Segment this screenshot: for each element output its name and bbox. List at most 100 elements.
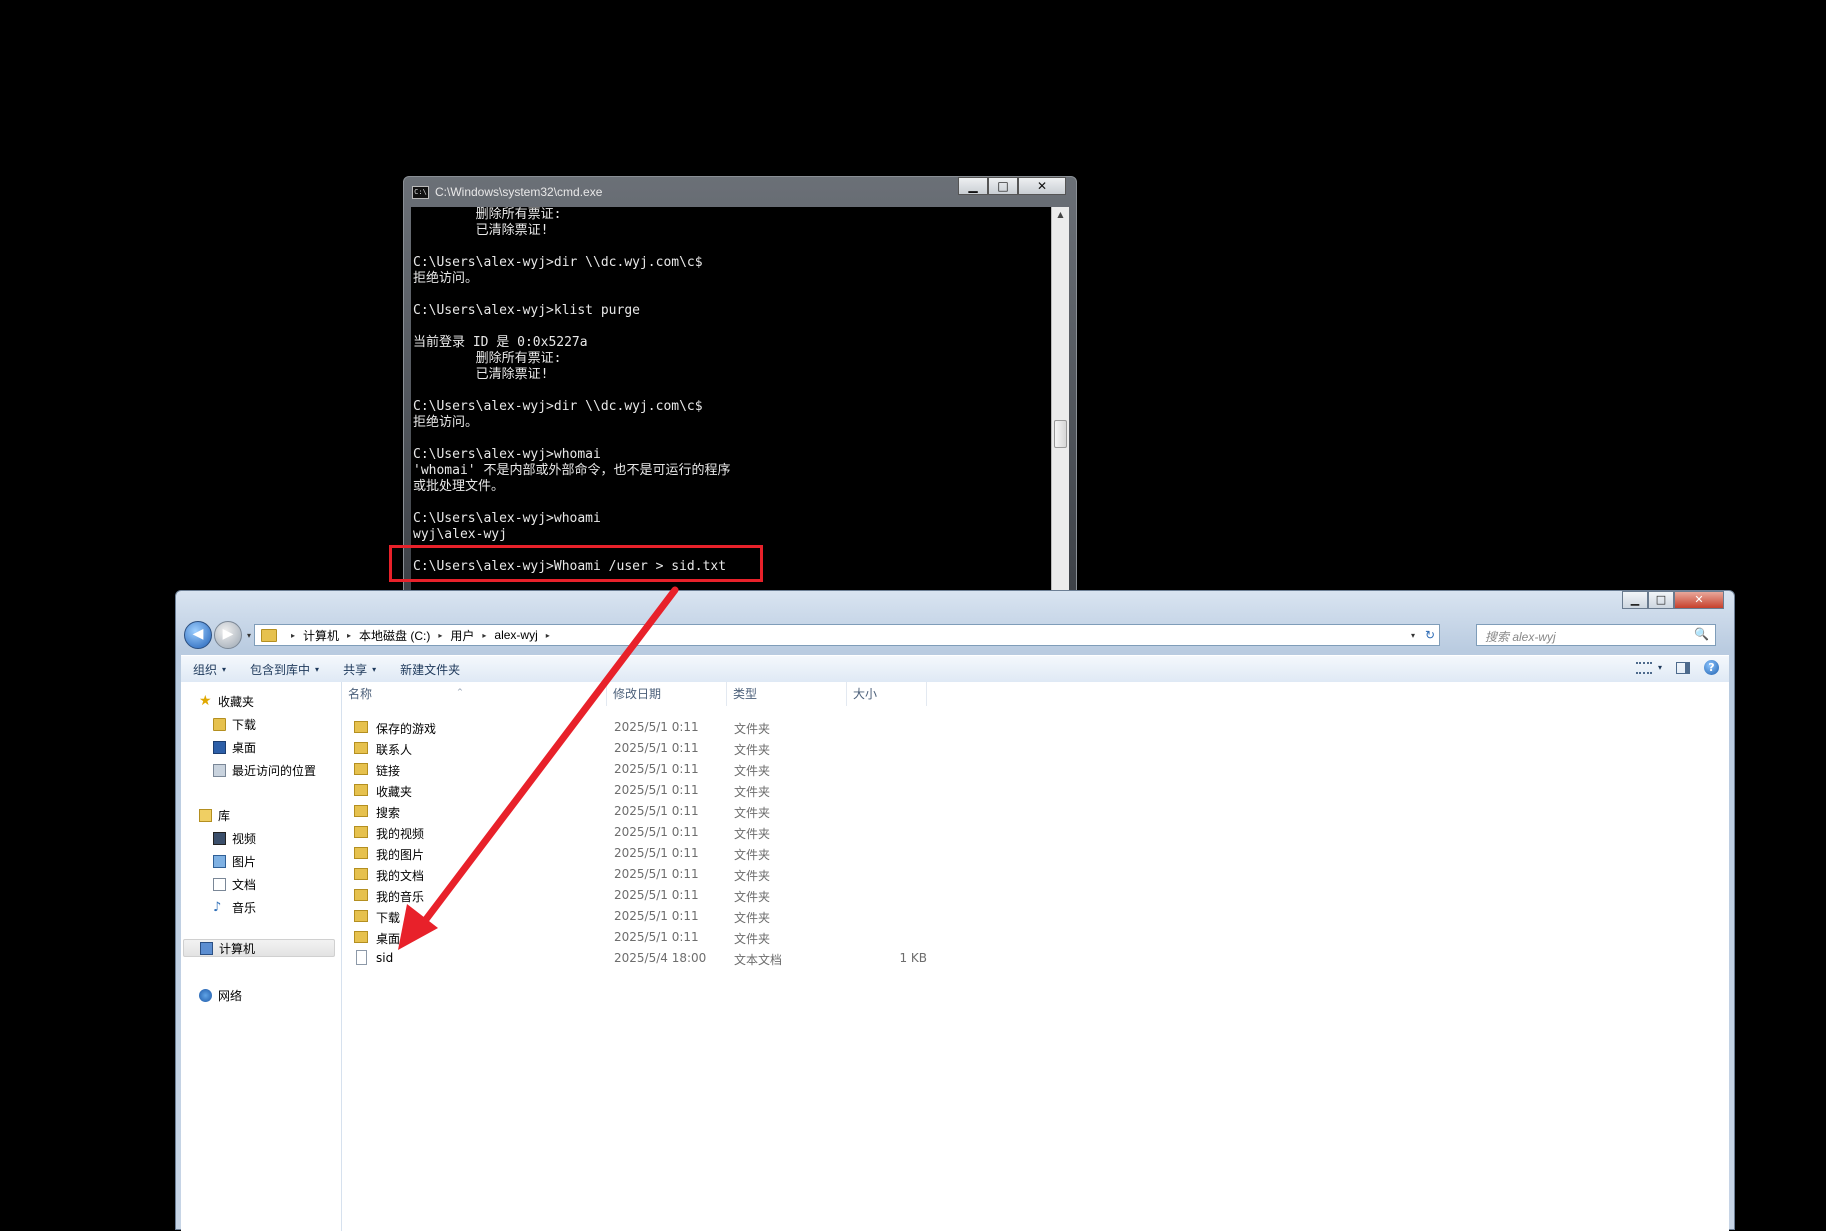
search-icon[interactable]: 🔍 xyxy=(1694,627,1709,641)
share-label: 共享 xyxy=(343,662,368,677)
breadcrumb-separator[interactable]: ▸ xyxy=(291,631,295,640)
cmd-window: C:\ C:\Windows\system32\cmd.exe ▁ □ ✕ 删除… xyxy=(403,176,1077,607)
cmd-scrollbar[interactable]: ▲ xyxy=(1051,207,1069,607)
column-header-type[interactable]: 类型 xyxy=(727,682,847,706)
folder-icon xyxy=(261,628,277,642)
include-in-library-button[interactable]: 包含到库中 ▾ xyxy=(238,661,331,678)
nav-network[interactable]: 网络 xyxy=(199,986,242,1004)
breadcrumb-alex-wyj[interactable]: alex-wyj xyxy=(494,628,537,642)
file-row[interactable]: 我的文档 2025/5/1 0:11 文件夹 xyxy=(342,865,1042,883)
change-view-button[interactable]: ▾ xyxy=(1635,661,1662,674)
file-type: 文件夹 xyxy=(734,869,771,883)
include-in-library-label: 包含到库中 xyxy=(250,662,311,677)
file-row[interactable]: 联系人 2025/5/1 0:11 文件夹 xyxy=(342,739,1042,757)
command-bar: 组织 ▾ 包含到库中 ▾ 共享 ▾ 新建文件夹 ▾ ? xyxy=(181,655,1729,683)
cmd-minimize-button[interactable]: ▁ xyxy=(958,177,988,195)
scroll-up-icon[interactable]: ▲ xyxy=(1052,207,1069,223)
chevron-down-icon: ▾ xyxy=(222,664,227,674)
file-row[interactable]: 搜索 2025/5/1 0:11 文件夹 xyxy=(342,802,1042,820)
file-name: 下载 xyxy=(376,911,401,925)
music-note-icon: ♪ xyxy=(213,899,222,915)
share-button[interactable]: 共享 ▾ xyxy=(331,661,388,678)
text-file-icon xyxy=(356,950,367,965)
file-name: 收藏夹 xyxy=(376,785,413,799)
breadcrumb-users[interactable]: 用户 xyxy=(450,627,474,644)
breadcrumb-computer[interactable]: 计算机 xyxy=(303,627,339,644)
address-dropdown-icon[interactable]: ▾ xyxy=(1411,631,1415,640)
forward-button[interactable]: ▶ xyxy=(214,621,242,649)
file-modified: 2025/5/1 0:11 xyxy=(614,741,699,755)
picture-library-icon xyxy=(213,854,226,868)
breadcrumb-local-disk[interactable]: 本地磁盘 (C:) xyxy=(359,627,430,644)
file-row[interactable]: 我的视频 2025/5/1 0:11 文件夹 xyxy=(342,823,1042,841)
explorer-maximize-button[interactable]: □ xyxy=(1648,591,1674,609)
file-name: sid xyxy=(376,951,394,965)
nav-downloads[interactable]: 下载 xyxy=(213,715,256,733)
recent-pages-dropdown[interactable]: ▾ xyxy=(244,631,254,640)
file-type: 文件夹 xyxy=(734,911,771,925)
nav-desktop[interactable]: 桌面 xyxy=(213,738,256,756)
nav-videos[interactable]: 视频 xyxy=(213,829,256,847)
file-modified: 2025/5/1 0:11 xyxy=(614,846,699,860)
file-name: 我的文档 xyxy=(376,869,425,883)
chevron-down-icon: ▾ xyxy=(372,664,377,674)
refresh-icon[interactable]: ↻ xyxy=(1425,628,1435,642)
cmd-maximize-button[interactable]: □ xyxy=(988,177,1018,195)
back-button[interactable]: ◀ xyxy=(184,621,212,649)
folder-icon xyxy=(354,868,368,880)
nav-libraries[interactable]: 库 xyxy=(199,806,230,824)
file-row[interactable]: 我的图片 2025/5/1 0:11 文件夹 xyxy=(342,844,1042,862)
file-size: 1 KB xyxy=(899,951,927,965)
file-modified: 2025/5/1 0:11 xyxy=(614,762,699,776)
breadcrumb-separator[interactable]: ▸ xyxy=(546,631,550,640)
explorer-close-button[interactable]: ✕ xyxy=(1674,591,1724,609)
file-type: 文件夹 xyxy=(734,827,771,841)
folder-icon xyxy=(354,805,368,817)
file-row[interactable]: 我的音乐 2025/5/1 0:11 文件夹 xyxy=(342,886,1042,904)
help-icon[interactable]: ? xyxy=(1704,660,1719,675)
column-name-label: 名称 xyxy=(348,687,373,701)
explorer-minimize-button[interactable]: ▁ xyxy=(1622,591,1648,609)
cmd-close-button[interactable]: ✕ xyxy=(1018,177,1066,195)
file-row[interactable]: 保存的游戏 2025/5/1 0:11 文件夹 xyxy=(342,718,1042,736)
file-row[interactable]: 下载 2025/5/1 0:11 文件夹 xyxy=(342,907,1042,925)
nav-computer[interactable]: 计算机 xyxy=(183,939,335,957)
search-placeholder: 搜索 alex-wyj xyxy=(1485,630,1556,644)
cmd-window-controls: ▁ □ ✕ xyxy=(958,177,1066,195)
file-row[interactable]: 桌面 2025/5/1 0:11 文件夹 xyxy=(342,928,1042,946)
breadcrumb-separator[interactable]: ▸ xyxy=(438,631,442,640)
chevron-down-icon: ▾ xyxy=(1657,663,1662,672)
command-highlight-box xyxy=(389,545,763,582)
address-bar[interactable]: ▸ 计算机 ▸ 本地磁盘 (C:) ▸ 用户 ▸ alex-wyj ▸ ▾ ↻ xyxy=(254,624,1440,646)
column-header-name[interactable]: 名称 ^ xyxy=(342,682,607,706)
file-modified: 2025/5/1 0:11 xyxy=(614,825,699,839)
nav-recent-places[interactable]: 最近访问的位置 xyxy=(213,761,316,779)
new-folder-button[interactable]: 新建文件夹 xyxy=(388,661,472,678)
nav-pictures[interactable]: 图片 xyxy=(213,852,256,870)
folder-icon xyxy=(354,721,368,733)
nav-favorites[interactable]: ★ 收藏夹 xyxy=(199,692,254,710)
nav-documents[interactable]: 文档 xyxy=(213,875,256,893)
folder-icon xyxy=(354,931,368,943)
nav-music-label: 音乐 xyxy=(232,900,257,915)
file-row[interactable]: 收藏夹 2025/5/1 0:11 文件夹 xyxy=(342,781,1042,799)
file-row[interactable]: sid 2025/5/4 18:00 文本文档 1 KB xyxy=(342,949,1042,967)
column-header-size[interactable]: 大小 xyxy=(847,682,927,706)
column-header-modified[interactable]: 修改日期 xyxy=(607,682,727,706)
nav-music[interactable]: ♪ 音乐 xyxy=(213,898,256,916)
cmd-scroll-thumb[interactable] xyxy=(1054,420,1067,448)
folder-icon xyxy=(354,889,368,901)
breadcrumb-separator[interactable]: ▸ xyxy=(482,631,486,640)
file-row[interactable]: 链接 2025/5/1 0:11 文件夹 xyxy=(342,760,1042,778)
file-name: 保存的游戏 xyxy=(376,722,437,736)
file-name: 我的音乐 xyxy=(376,890,425,904)
file-modified: 2025/5/1 0:11 xyxy=(614,804,699,818)
explorer-window-controls: ▁ □ ✕ xyxy=(1622,591,1724,609)
file-type: 文件夹 xyxy=(734,785,771,799)
breadcrumb-separator[interactable]: ▸ xyxy=(347,631,351,640)
nav-videos-label: 视频 xyxy=(232,831,257,846)
search-input[interactable]: 搜索 alex-wyj 🔍 xyxy=(1476,624,1716,646)
organize-button[interactable]: 组织 ▾ xyxy=(181,661,238,678)
cmd-app-icon: C:\ xyxy=(412,185,429,199)
preview-pane-icon[interactable] xyxy=(1676,661,1690,674)
